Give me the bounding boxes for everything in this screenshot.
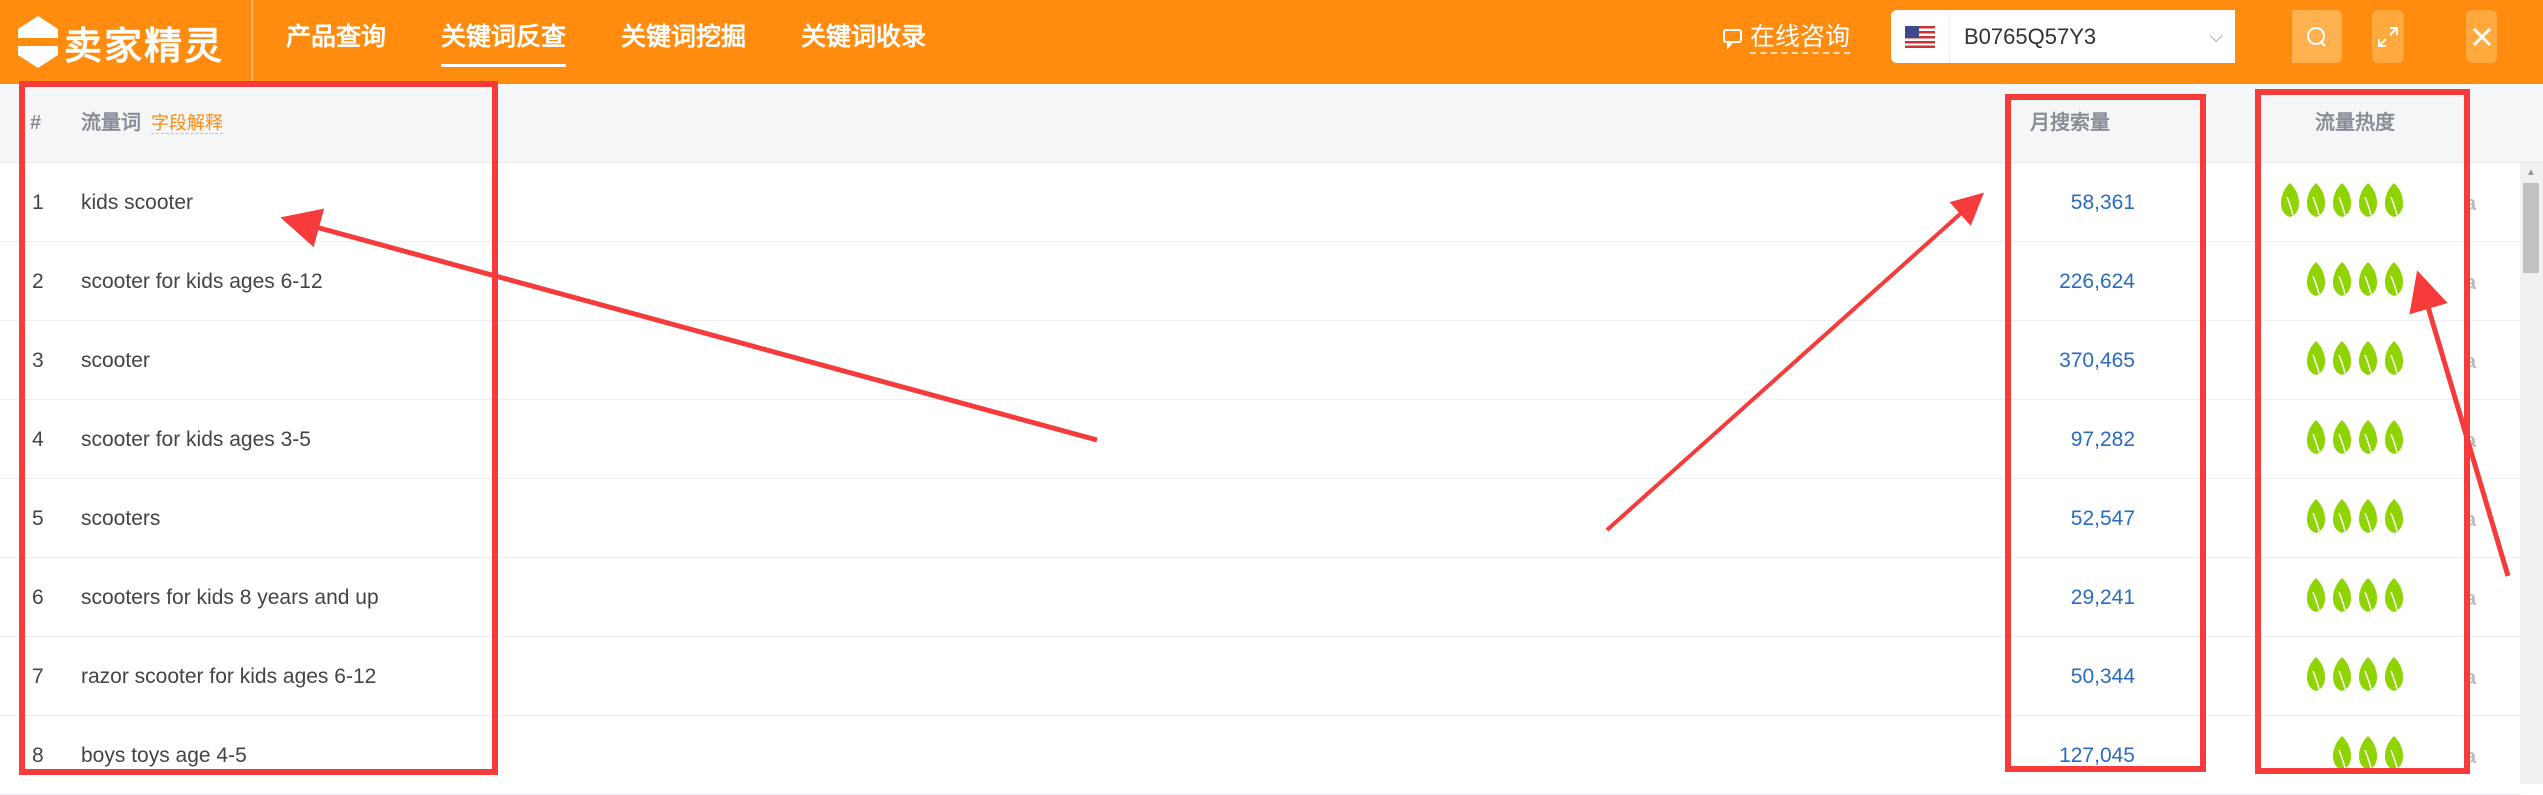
chat-icon: [1723, 29, 1742, 49]
consult-label: 在线咨询: [1750, 22, 1851, 54]
scrollbar-thumb[interactable]: [2523, 183, 2539, 273]
main-nav: 产品查询 关键词反查 关键词挖掘 关键词收录: [286, 0, 981, 84]
nav-tab-2[interactable]: 关键词挖掘: [621, 0, 746, 84]
expand-icon: [2378, 26, 2398, 47]
nav-tab-3[interactable]: 关键词收录: [801, 0, 926, 84]
online-consult-link[interactable]: 在线咨询: [1722, 22, 1851, 54]
nav-tab-1[interactable]: 关键词反查: [441, 0, 567, 84]
annotation-box-heat: [2255, 89, 2470, 774]
separator: [1949, 10, 1950, 63]
annotation-box-monthly: [2005, 94, 2206, 772]
search-icon: [2307, 26, 2326, 47]
asin-input[interactable]: B0765Q57Y3: [1964, 24, 2209, 50]
asin-search: B0765Q57Y3 ⌵: [1891, 10, 2235, 63]
app-name: 卖家精灵: [64, 25, 225, 68]
logo-icon: [18, 16, 58, 68]
annotation-box-keywords: [19, 81, 498, 775]
nav-tab-0[interactable]: 产品查询: [286, 0, 386, 84]
divider: [251, 0, 253, 84]
close-icon: [2472, 27, 2491, 46]
logo[interactable]: 卖家精灵: [18, 10, 224, 74]
chevron-down-icon[interactable]: ⌵: [2209, 26, 2223, 47]
close-button[interactable]: [2466, 10, 2497, 63]
us-flag-icon[interactable]: [1905, 25, 1935, 48]
scroll-up-icon[interactable]: ▲: [2526, 167, 2536, 178]
top-bar: 卖家精灵 产品查询 关键词反查 关键词挖掘 关键词收录 在线咨询 B0765Q57Y3…: [0, 0, 2543, 84]
expand-button[interactable]: [2372, 10, 2404, 63]
search-button[interactable]: [2292, 10, 2342, 63]
scrollbar[interactable]: ▲: [2520, 163, 2543, 784]
